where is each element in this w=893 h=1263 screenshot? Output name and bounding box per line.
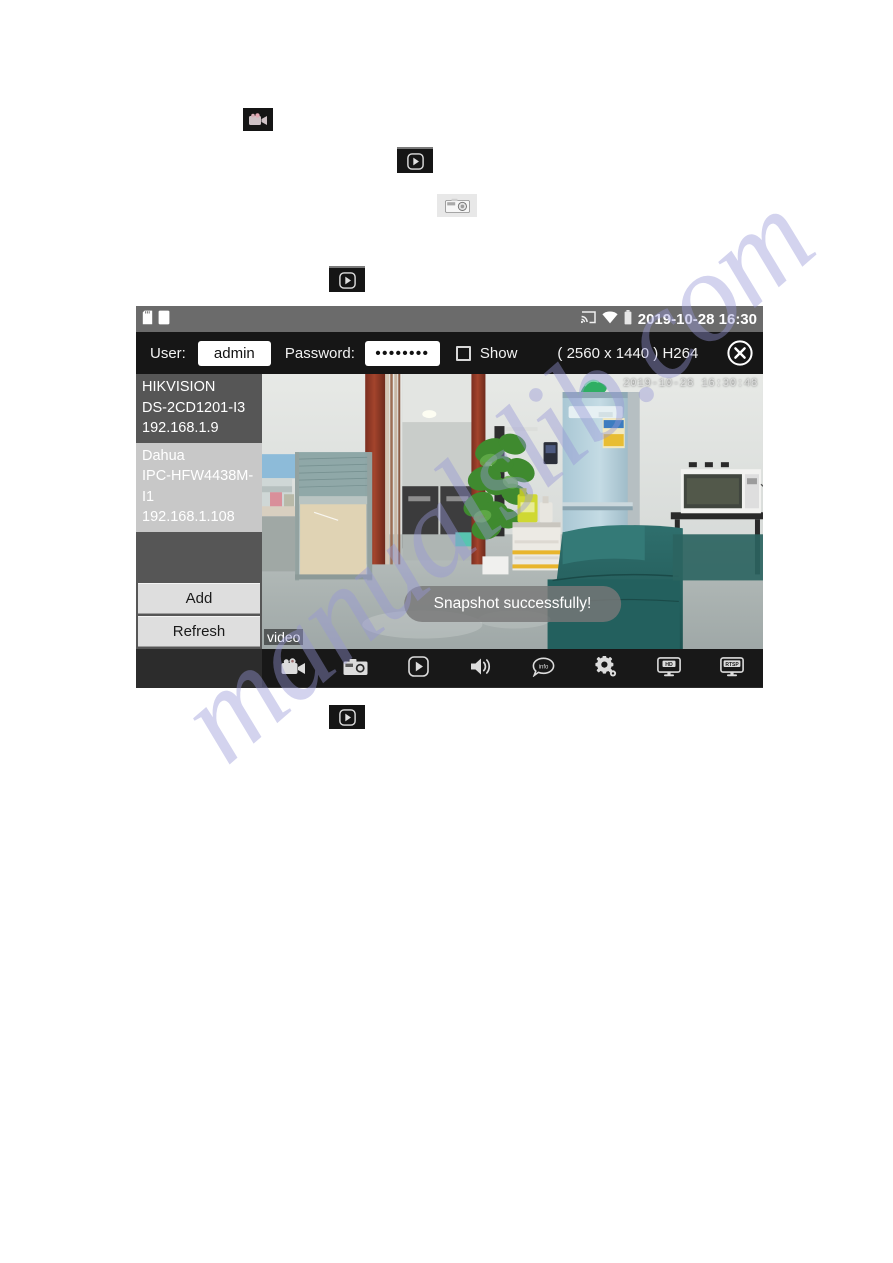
speaker-icon (470, 657, 493, 679)
play-icon (408, 656, 429, 680)
battery-icon (624, 310, 632, 328)
wifi-icon (602, 311, 618, 327)
record-video-button[interactable] (262, 649, 325, 687)
file-icon (158, 310, 170, 328)
svg-text:info: info (539, 664, 549, 670)
info-button[interactable]: info (513, 649, 576, 687)
rtsp-stream-button[interactable]: RTSP (700, 649, 763, 687)
login-toolbar: User: admin Password: •••••••• Show ( 25… (136, 332, 763, 374)
device-model: IPC-HFW4438M-I1 (142, 468, 254, 505)
device-list-item-dahua[interactable]: Dahua IPC-HFW4438M-I1 192.168.1.108 (136, 442, 262, 533)
device-brand: Dahua (142, 447, 185, 464)
video-preview[interactable]: 2019-10-28 16:30:48 video Snapshot succe… (262, 374, 763, 649)
device-brand: HIKVISION (142, 379, 216, 395)
toast-message: Snapshot successfully! (403, 586, 622, 622)
user-label: User: (150, 344, 186, 362)
svg-text:RTSP: RTSP (725, 661, 739, 667)
device-list-item-hikvision[interactable]: HIKVISION DS-2CD1201-I3 192.168.1.9 (136, 374, 262, 443)
audio-button[interactable] (450, 649, 513, 687)
app-main-area: HIKVISION DS-2CD1201-I3 192.168.1.9 Dahu… (136, 374, 763, 649)
refresh-button[interactable]: Refresh (138, 616, 260, 647)
video-stream-label: video (264, 629, 304, 645)
status-bar-clock: 2019-10-28 16:30 (637, 310, 757, 328)
add-button[interactable]: Add (138, 583, 260, 614)
user-input[interactable]: admin (197, 340, 271, 366)
inline-play-icon-1 (397, 147, 433, 173)
inline-record-video-icon (243, 108, 273, 131)
resolution-codec-label: ( 2560 x 1440 ) H264 (557, 344, 699, 362)
device-model: DS-2CD1201-I3 (142, 399, 246, 416)
inline-play-icon-3 (329, 705, 365, 729)
inline-snapshot-camera-icon (437, 194, 477, 217)
snapshot-button[interactable] (325, 649, 388, 687)
device-ip: 192.168.1.9 (142, 420, 219, 437)
media-toolbar: info HD RTSP (262, 649, 763, 687)
ip-camera-app-screenshot: 2019-10-28 16:30 User: admin Password: •… (136, 306, 763, 688)
password-label: Password: (284, 344, 355, 362)
android-status-bar: 2019-10-28 16:30 (136, 306, 763, 332)
close-button[interactable] (725, 338, 755, 368)
inline-play-icon-2 (329, 266, 365, 292)
cast-icon (580, 311, 596, 327)
video-timestamp-overlay: 2019-10-28 16:30:48 (623, 378, 758, 390)
password-input[interactable]: •••••••• (364, 340, 440, 366)
show-password-checkbox[interactable] (455, 345, 471, 361)
device-ip: 192.168.1.108 (142, 509, 235, 526)
rtsp-monitor-icon: RTSP (719, 656, 744, 680)
play-button[interactable] (387, 649, 450, 687)
sd-card-icon (142, 310, 153, 328)
hd-stream-button[interactable]: HD (638, 649, 701, 687)
settings-button[interactable] (575, 649, 638, 687)
hd-monitor-icon: HD (657, 656, 681, 680)
device-list-sidebar: HIKVISION DS-2CD1201-I3 192.168.1.9 Dahu… (136, 374, 262, 649)
record-video-icon (281, 657, 306, 679)
device-list-empty-space (136, 532, 262, 583)
snapshot-camera-icon (343, 658, 368, 679)
show-password-label: Show (479, 344, 518, 362)
info-bubble-icon: info (532, 656, 555, 680)
svg-text:HD: HD (665, 662, 673, 668)
gear-icon (595, 655, 617, 680)
